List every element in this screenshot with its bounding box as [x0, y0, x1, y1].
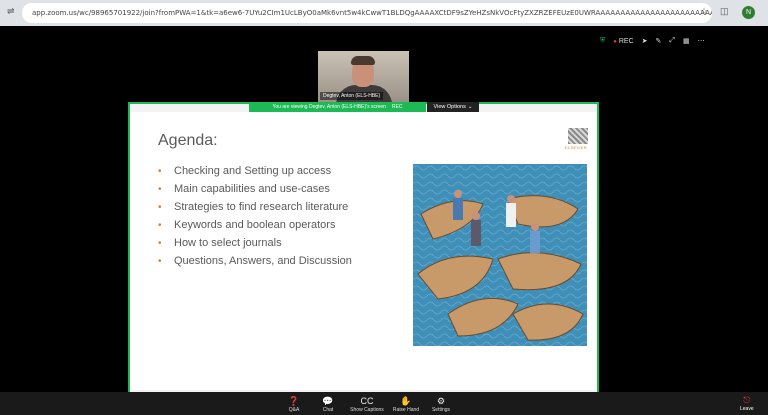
presentation-slide: Agenda: • Checking and Setting up access …	[130, 112, 597, 390]
control-label: Settings	[431, 407, 451, 413]
fullscreen-icon[interactable]: ⤢	[669, 37, 675, 45]
show-captions-button[interactable]: CC Show Captions	[347, 396, 387, 413]
settings-icon: ⚙	[436, 396, 446, 406]
participant-name-label: Degtev, Anton (ELS-HBE)	[320, 92, 384, 100]
address-bar[interactable]: app.zoom.us/wc/98965701922/join?fromPWA=…	[22, 3, 712, 23]
agenda-item-text: Strategies to find research literature	[174, 201, 349, 213]
boats-illustration-svg	[413, 164, 587, 346]
recording-indicator: ● REC	[613, 38, 633, 45]
extensions-icon[interactable]: ◫	[720, 6, 729, 17]
bullet-icon: •	[158, 237, 162, 249]
control-label: Q&A	[288, 407, 300, 413]
slide-title: Agenda:	[158, 132, 218, 149]
agenda-list: • Checking and Setting up access • Main ca…	[158, 162, 352, 270]
agenda-item-text: How to select journals	[174, 237, 282, 249]
agenda-item: • Questions, Answers, and Discussion	[158, 252, 352, 270]
control-label: Show Captions	[350, 407, 384, 413]
agenda-item-text: Main capabilities and use-cases	[174, 183, 330, 195]
logo-text: ELSEVIER	[565, 145, 587, 150]
participant-hair	[351, 56, 375, 65]
agenda-item-text: Questions, Answers, and Discussion	[174, 255, 352, 267]
site-settings-icon[interactable]: ⇌	[7, 6, 15, 17]
control-label: Chat	[322, 407, 334, 413]
captions-icon: CC	[360, 396, 374, 406]
screen-share-banner: You are viewing Degtev, Anton (ELS-HBE)'…	[249, 102, 426, 112]
banner-rec: REC	[391, 104, 403, 110]
shared-screen-frame: Agenda: • Checking and Setting up access …	[128, 102, 599, 394]
view-options-label: View Options	[433, 104, 466, 110]
chevron-down-icon: ⌄	[467, 104, 473, 110]
bullet-icon: •	[158, 201, 162, 213]
agenda-item-text: Checking and Setting up access	[174, 165, 332, 177]
agenda-item: • Main capabilities and use-cases	[158, 180, 352, 198]
leave-icon: ⎋	[743, 395, 751, 405]
chat-icon: 💬	[322, 396, 334, 406]
leave-label: Leave	[740, 406, 754, 412]
browser-toolbar: ⇌ app.zoom.us/wc/98965701922/join?fromPW…	[0, 0, 768, 26]
pointer-icon[interactable]: ➤	[642, 37, 648, 45]
settings-button[interactable]: ⚙ Settings	[421, 396, 461, 413]
elsevier-logo: ELSEVIER	[565, 128, 588, 150]
bullet-icon: •	[158, 183, 162, 195]
control-label: Raise Hand	[392, 407, 420, 413]
bullet-icon: •	[158, 219, 162, 231]
chat-button[interactable]: 💬 Chat	[308, 396, 348, 413]
profile-avatar[interactable]: N	[742, 6, 755, 19]
agenda-item-text: Keywords and boolean operators	[174, 219, 336, 231]
agenda-item: • Checking and Setting up access	[158, 162, 352, 180]
record-dot-icon: ●	[613, 38, 617, 45]
bullet-icon: •	[158, 165, 162, 177]
meeting-status-row: ⛨ ● REC ➤ ✎ ⤢ ▦ ⋯	[600, 35, 705, 47]
annotate-icon[interactable]: ✎	[655, 37, 661, 45]
leave-button[interactable]: ⎋ Leave	[740, 395, 754, 412]
raise-hand-icon: ✋	[400, 396, 412, 406]
agenda-item: • How to select journals	[158, 234, 352, 252]
agenda-item: • Strategies to find research literature	[158, 198, 352, 216]
view-options-button[interactable]: View Options ⌄	[427, 102, 479, 112]
banner-text: You are viewing Degtev, Anton (ELS-HBE)'…	[272, 104, 386, 110]
agenda-item: • Keywords and boolean operators	[158, 216, 352, 234]
url-text: app.zoom.us/wc/98965701922/join?fromPWA=…	[32, 9, 712, 17]
logo-tree-mark	[568, 128, 588, 144]
raise-hand-button[interactable]: ✋ Raise Hand	[386, 396, 426, 413]
bookmark-star-icon[interactable]: ☆	[700, 6, 708, 17]
grid-view-icon[interactable]: ▦	[683, 37, 690, 45]
rec-label: REC	[618, 37, 634, 45]
participant-video-tile[interactable]: Degtev, Anton (ELS-HBE)	[318, 51, 409, 102]
shield-icon: ⛨	[600, 37, 606, 44]
qa-icon: ❓	[288, 396, 300, 406]
more-options-icon[interactable]: ⋯	[698, 37, 705, 45]
bullet-icon: •	[158, 255, 162, 267]
boats-illustration	[413, 164, 587, 346]
